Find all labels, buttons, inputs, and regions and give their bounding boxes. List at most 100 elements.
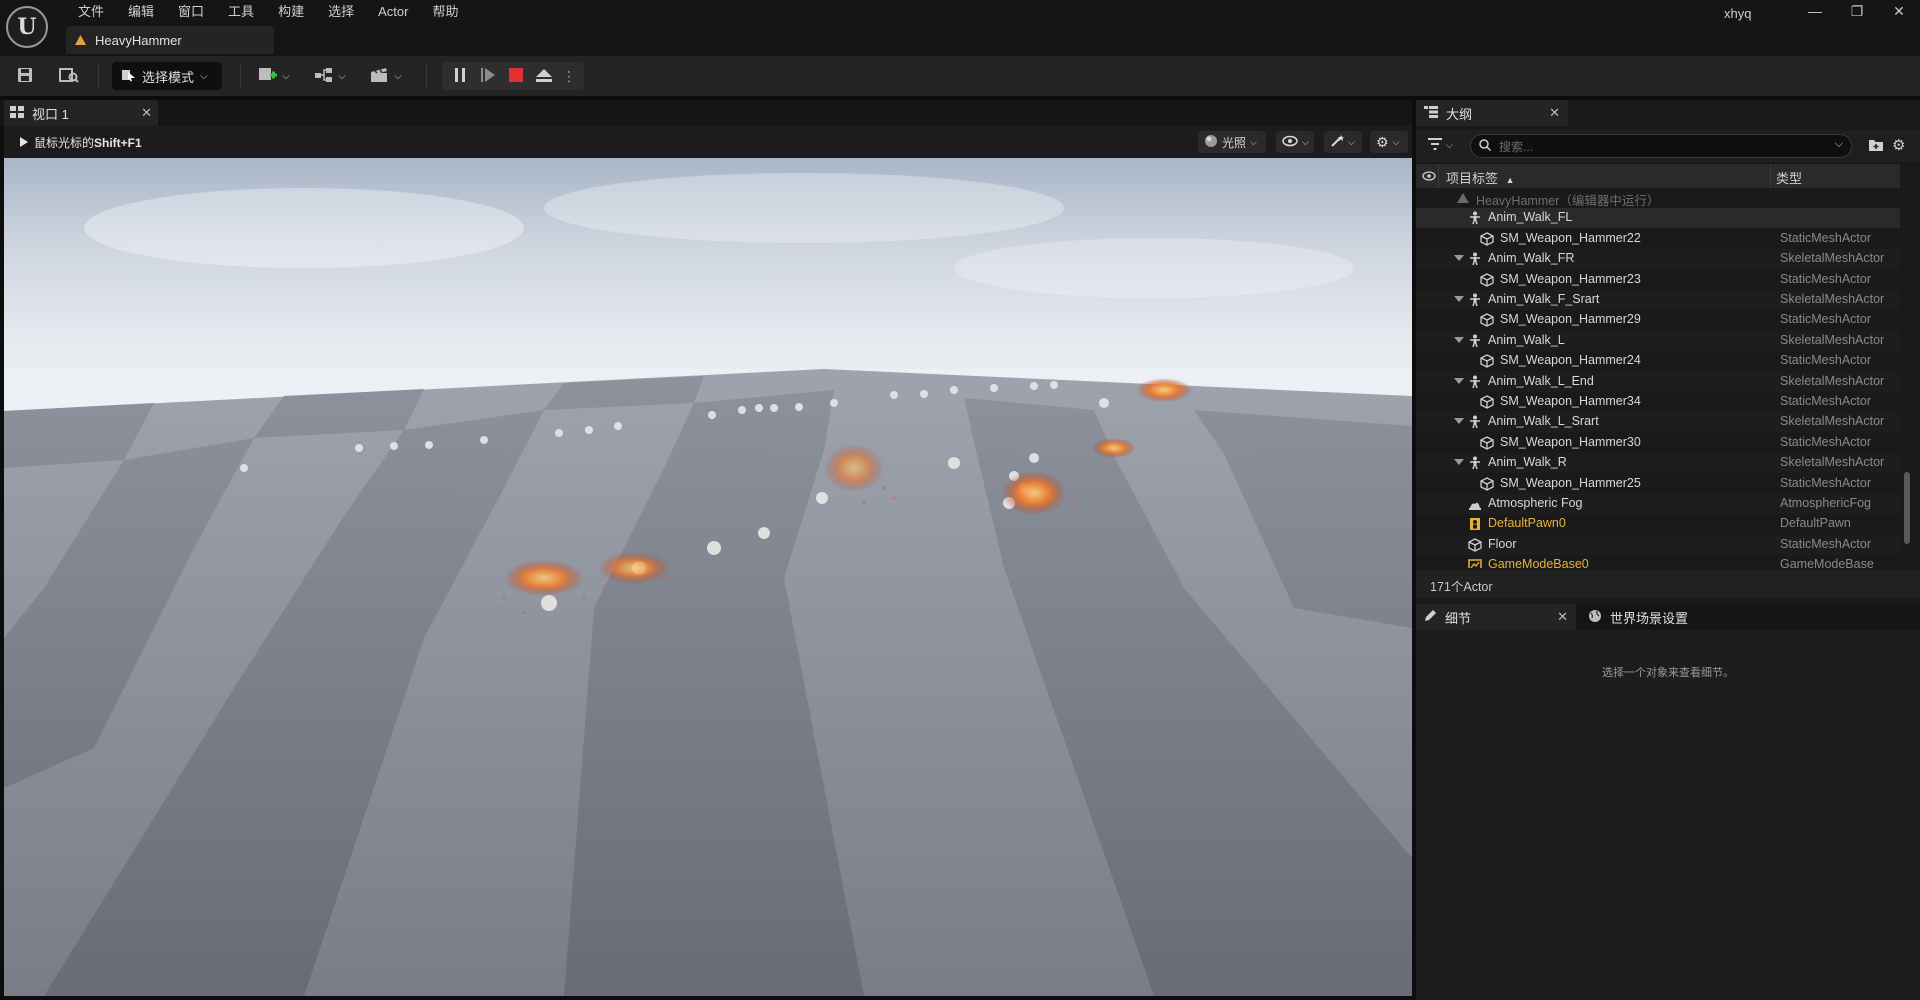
pause-button[interactable] [446,62,474,90]
cinematics-dropdown[interactable]: ⌵ [366,62,406,90]
blueprint-dropdown[interactable]: ⌵ [310,62,350,90]
skeletal-icon [1468,211,1482,225]
chevron-down-icon: ⌵ [1250,136,1257,147]
filter-dropdown[interactable]: ⌵ [1428,138,1453,153]
outliner-tab-label: 大纲 [1446,106,1473,122]
chevron-down-icon: ⌵ [282,70,290,82]
mesh-icon [1480,395,1494,409]
expand-arrow-icon[interactable] [1454,336,1464,343]
column-type[interactable]: 类型 [1776,168,1802,187]
outliner-row[interactable]: DefaultPawn0 DefaultPawn [1416,514,1900,534]
outliner-row[interactable]: GameModeBase0 GameModeBase [1416,555,1900,568]
expand-arrow-icon[interactable] [1454,377,1464,384]
visibility-eye-icon[interactable] [1422,169,1436,184]
world-settings-tab-label: 世界场景设置 [1610,610,1689,626]
add-actor-dropdown[interactable]: ⌵ [254,62,294,90]
menu-item[interactable]: 构建 [266,3,316,21]
outliner-row[interactable]: SM_Weapon_Hammer25 StaticMeshActor [1416,474,1900,494]
outliner-row-type: SkeletalMeshActor [1780,292,1885,306]
close-window-button[interactable]: ✕ [1886,2,1912,20]
scene-render [4,158,1412,996]
outliner-row[interactable]: Anim_Walk_R SkeletalMeshActor [1416,453,1900,474]
restore-button[interactable]: ❐ [1844,2,1870,20]
outliner-row[interactable]: SM_Weapon_Hammer23 StaticMeshActor [1416,270,1900,290]
expand-arrow-icon[interactable] [1454,459,1464,466]
outliner-row[interactable]: SM_Weapon_Hammer34 StaticMeshActor [1416,392,1900,412]
add-folder-button[interactable] [1868,138,1884,155]
outliner-row[interactable]: Anim_Walk_F_Srart SkeletalMeshActor [1416,290,1900,310]
outliner-row-type: StaticMeshActor [1780,475,1872,490]
tab-details[interactable]: 细节 ✕ [1416,604,1576,630]
outliner-scrollbar[interactable] [1904,472,1910,544]
outliner-search-input[interactable]: 搜索... ⌵ [1470,134,1852,158]
clapperboard-icon [370,67,390,86]
tab-world-settings[interactable]: 世界场景设置 [1580,604,1740,630]
menu-item[interactable]: 帮助 [420,3,470,21]
close-icon[interactable]: ✕ [141,105,152,121]
level-tab[interactable]: HeavyHammer [66,26,274,54]
viewport-settings-dropdown[interactable]: ⚙ ⌵ [1370,131,1408,153]
outliner-row[interactable]: SM_Weapon_Hammer22 StaticMeshActor [1416,229,1900,249]
menu-item[interactable]: 文件 [66,3,116,21]
play-options-button[interactable]: ⋮ [558,62,580,90]
viewport-tools-dropdown[interactable]: ⌵ [1324,131,1362,153]
close-icon[interactable]: ✕ [1549,105,1560,121]
outliner-row[interactable]: Anim_Walk_L_End SkeletalMeshActor [1416,371,1900,392]
skip-frame-button[interactable] [474,62,502,90]
tab-viewport-1[interactable]: 视口 1 ✕ [4,100,158,126]
eject-button[interactable] [530,62,558,90]
chevron-down-icon: ⌵ [200,70,208,82]
outliner-row[interactable]: Floor StaticMeshActor [1416,534,1900,555]
select-mode-dropdown[interactable]: 选择模式 ⌵ [112,62,222,90]
minimize-button[interactable]: — [1802,2,1828,20]
save-button[interactable] [12,62,38,90]
stop-button[interactable] [502,62,530,90]
outliner-row-type: StaticMeshActor [1780,394,1872,408]
sort-up-icon: ▲ [1505,175,1515,185]
menu-item[interactable]: 选择 [316,3,366,21]
title-bar: U 文件 编辑 窗口 工具 构建 选择 Actor 帮助 HeavyHammer xhyq —… [0,0,1920,56]
outliner-row[interactable]: HeavyHammer（编辑器中运行） [1416,188,1900,208]
outliner-row-type: GameModeBase [1780,557,1874,568]
expand-arrow-icon[interactable] [1454,255,1464,262]
play-triangle-icon [20,136,28,150]
toolbar-divider [240,64,241,88]
right-panel: 大纲 ✕ ⌵ 搜索... ⌵ ⚙ 项目标签 ▲ 类型 HeavyHammer（编… [1416,100,1920,1000]
outliner-row[interactable]: Anim_Walk_L SkeletalMeshActor [1416,330,1900,351]
mesh-icon [1480,354,1494,368]
menu-item[interactable]: Actor [366,3,420,21]
menu-item[interactable]: 窗口 [166,3,216,21]
level-icon [74,34,87,46]
show-flags-dropdown[interactable]: ⌵ [1276,131,1314,153]
outliner-row[interactable]: Anim_Walk_FL [1416,208,1900,229]
outliner-row[interactable]: SM_Weapon_Hammer30 StaticMeshActor [1416,433,1900,453]
wand-icon [1330,134,1344,151]
content-browser-button[interactable] [56,62,82,90]
menu-item[interactable]: 编辑 [116,3,166,21]
column-item-label[interactable]: 项目标签 ▲ [1446,168,1515,187]
chevron-down-icon[interactable]: ⌵ [1835,138,1843,151]
outliner-row[interactable]: Anim_Walk_FR SkeletalMeshActor [1416,249,1900,270]
expand-arrow-icon[interactable] [1454,418,1464,425]
outliner-row-type: StaticMeshActor [1780,230,1872,245]
outliner-row-label: Anim_Walk_F_Srart [1488,292,1600,306]
3d-viewport[interactable] [4,158,1412,996]
outliner-row[interactable]: SM_Weapon_Hammer29 StaticMeshActor [1416,310,1900,330]
tab-outliner[interactable]: 大纲 ✕ [1416,100,1568,126]
skeletal-icon [1468,252,1482,266]
details-tab-bar: 细节 ✕ 世界场景设置 [1416,604,1920,630]
outliner-row[interactable]: Anim_Walk_L_Srart SkeletalMeshActor [1416,412,1900,433]
menu-item[interactable]: 工具 [216,3,266,21]
lighting-mode-dropdown[interactable]: 光照 ⌵ [1198,131,1266,153]
outliner-row-type: StaticMeshActor [1780,271,1872,286]
outliner-row[interactable]: SM_Weapon_Hammer24 StaticMeshActor [1416,351,1900,371]
outliner-row-label: Anim_Walk_L_Srart [1488,414,1599,429]
viewport-tab-bar: 视口 1 ✕ [0,100,1412,126]
close-icon[interactable]: ✕ [1557,609,1568,625]
outliner-row[interactable]: Atmospheric Fog AtmosphericFog [1416,494,1900,514]
level-tab-label: HeavyHammer [95,32,182,48]
mouse-cursor-hint: 鼠标光标的Shift+F1 [20,134,142,151]
expand-arrow-icon[interactable] [1454,296,1464,302]
outliner-settings-icon[interactable]: ⚙ [1892,136,1905,154]
unreal-logo-icon[interactable]: U [6,6,48,48]
